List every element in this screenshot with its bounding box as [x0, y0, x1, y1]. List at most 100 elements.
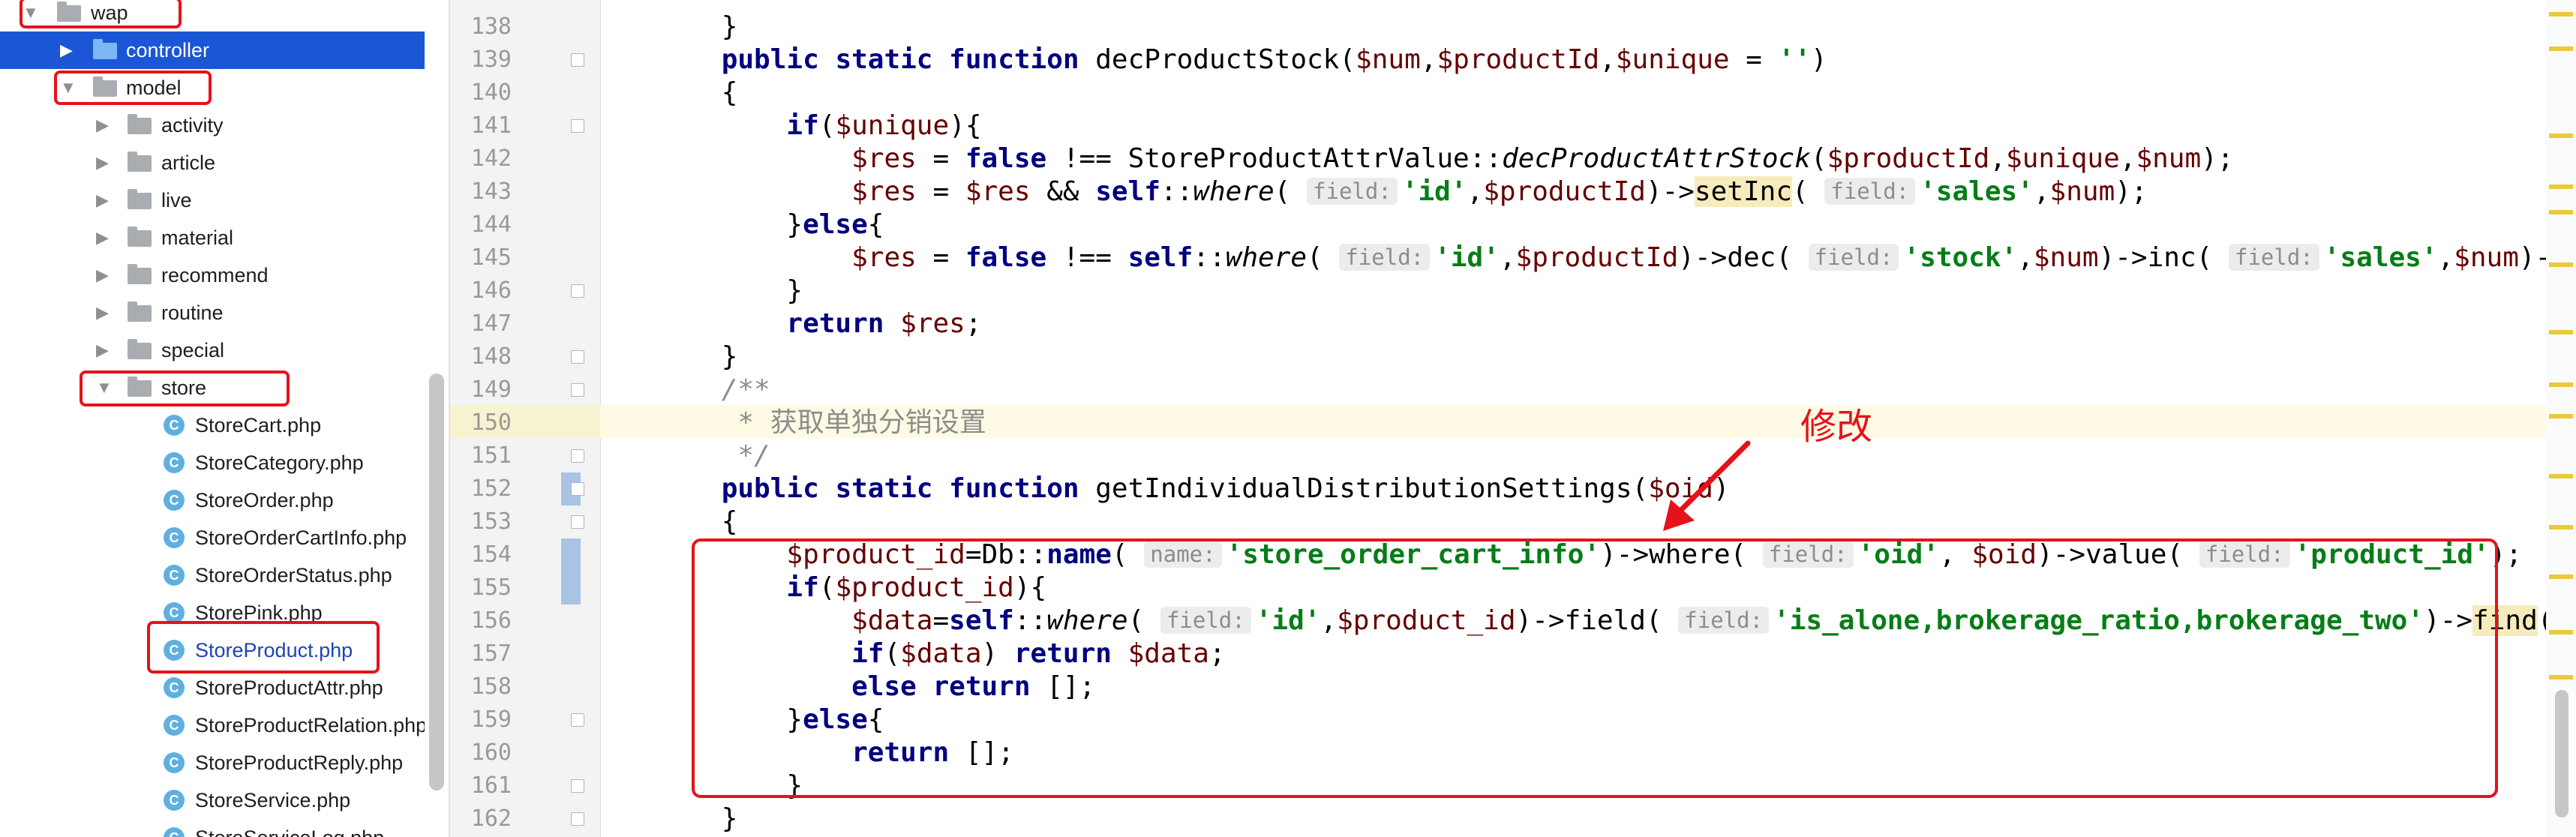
code-line-139[interactable]: public static function decProductStock($…	[656, 44, 2547, 76]
class-name: StoreProductAttrValue	[1127, 143, 1470, 174]
tree-item-material[interactable]: ▶ material	[0, 219, 425, 256]
tree-item-activity[interactable]: ▶ activity	[0, 106, 425, 144]
warning-marker[interactable]	[2549, 210, 2573, 214]
doc-comment: */	[721, 440, 770, 471]
tree-item-label: StoreServiceLog.php	[195, 819, 384, 837]
parameter-hint: field:	[2229, 244, 2319, 271]
method-name: where	[1193, 176, 1274, 207]
code-line-140[interactable]: {	[656, 76, 2547, 110]
variable: $unique	[1615, 44, 1730, 75]
tree-item-storeorderstatus[interactable]: C StoreOrderStatus.php	[0, 556, 425, 594]
collapsed-arrow-icon[interactable]: ▶	[96, 332, 109, 369]
code-line-151[interactable]: */	[656, 440, 2547, 472]
variable: $num	[2454, 242, 2519, 273]
fold-marker-icon[interactable]	[571, 449, 584, 463]
fold-marker-icon[interactable]	[571, 779, 584, 793]
warning-marker[interactable]	[2549, 525, 2573, 530]
code-line-141[interactable]: if($unique){	[656, 110, 2547, 142]
fold-marker-icon[interactable]	[571, 53, 584, 67]
fold-marker-icon[interactable]	[571, 812, 584, 826]
tree-scrollbar[interactable]	[429, 374, 444, 790]
tree-item-storeproductattr[interactable]: C StoreProductAttr.php	[0, 669, 425, 706]
collapsed-arrow-icon[interactable]: ▶	[96, 256, 109, 294]
collapsed-arrow-icon[interactable]: ▶	[96, 294, 109, 332]
collapsed-arrow-icon[interactable]: ▶	[96, 106, 109, 144]
folder-icon	[128, 189, 152, 209]
line-number: 143	[470, 178, 512, 205]
collapsed-arrow-icon[interactable]: ▶	[60, 32, 73, 69]
warning-marker[interactable]	[2549, 330, 2573, 334]
fold-marker-icon[interactable]	[571, 119, 584, 133]
tree-item-storecart[interactable]: C StoreCart.php	[0, 406, 425, 444]
project-tree: ▼ wap ▶ controller ▼ model ▶ activity ▶ …	[0, 0, 425, 837]
code-line-138[interactable]: }	[656, 10, 2547, 44]
php-class-icon: C	[164, 827, 185, 837]
tree-item-label: StoreProductAttr.php	[195, 676, 383, 699]
editor-scrollbar-thumb[interactable]	[2555, 690, 2568, 818]
line-number: 158	[470, 674, 512, 700]
tree-item-recommend[interactable]: ▶ recommend	[0, 256, 425, 294]
code-line-142[interactable]: $res = false !== StoreProductAttrValue::…	[656, 142, 2547, 176]
tree-item-article[interactable]: ▶ article	[0, 144, 425, 182]
code-line-162[interactable]: }	[656, 802, 2547, 836]
code-line-150[interactable]: * 获取单独分销设置	[656, 406, 2547, 440]
code-line-148[interactable]: }	[656, 340, 2547, 374]
tree-item-storecategory[interactable]: C StoreCategory.php	[0, 444, 425, 482]
tree-item-label: special	[161, 339, 225, 362]
warning-marker[interactable]	[2549, 474, 2573, 478]
fold-marker-icon[interactable]	[571, 284, 584, 298]
modified-code-highlight-box	[692, 538, 2498, 798]
fold-marker-icon[interactable]	[571, 350, 584, 364]
warning-marker[interactable]	[2549, 630, 2573, 634]
variable: $res	[851, 242, 917, 273]
tree-item-live[interactable]: ▶ live	[0, 182, 425, 219]
warning-marker[interactable]	[2549, 262, 2573, 267]
fold-marker-icon[interactable]	[571, 383, 584, 397]
fold-marker-icon[interactable]	[571, 515, 584, 529]
code-line-146[interactable]: }	[656, 274, 2547, 308]
warning-marker[interactable]	[2549, 46, 2573, 51]
tree-item-label: routine	[161, 302, 224, 324]
fold-marker-icon[interactable]	[571, 482, 584, 496]
tree-item-storeproductrelation[interactable]: C StoreProductRelation.php	[0, 706, 425, 744]
keyword: function	[949, 473, 1079, 504]
code-line-149[interactable]: /**	[656, 374, 2547, 406]
code-line-147[interactable]: return $res;	[656, 308, 2547, 340]
php-class-icon: C	[164, 715, 185, 736]
collapsed-arrow-icon[interactable]: ▶	[96, 219, 109, 256]
variable: $productId	[1437, 44, 1600, 75]
tree-item-storeservicelog[interactable]: C StoreServiceLog.php	[0, 819, 425, 837]
warning-marker[interactable]	[2549, 184, 2573, 189]
doc-comment: * 获取单独分销设置	[721, 407, 986, 438]
variable: $res	[851, 143, 917, 174]
tree-item-storeproductreply[interactable]: C StoreProductReply.php	[0, 744, 425, 782]
tree-item-label: StoreCategory.php	[195, 452, 364, 474]
variable: $res	[900, 308, 965, 339]
code-line-152[interactable]: public static function getIndividualDist…	[656, 472, 2547, 506]
line-number: 142	[470, 146, 512, 172]
warning-marker[interactable]	[2549, 12, 2573, 16]
variable: $productId	[1515, 242, 1679, 273]
code-line-143[interactable]: $res = $res && self::where( field:'id',$…	[656, 176, 2547, 208]
warning-marker[interactable]	[2549, 574, 2573, 579]
warning-marker[interactable]	[2549, 414, 2573, 418]
tree-item-routine[interactable]: ▶ routine	[0, 294, 425, 332]
code-line-153[interactable]: {	[656, 506, 2547, 538]
tree-item-controller[interactable]: ▶ controller	[0, 32, 425, 69]
keyword: static	[835, 44, 933, 75]
error-stripe[interactable]	[2546, 0, 2576, 837]
tree-item-special[interactable]: ▶ special	[0, 332, 425, 369]
warning-marker[interactable]	[2549, 134, 2573, 138]
warning-marker[interactable]	[2549, 382, 2573, 387]
tree-item-storeservice[interactable]: C StoreService.php	[0, 782, 425, 819]
code-line-145[interactable]: $res = false !== self::where( field:'id'…	[656, 242, 2547, 274]
code-line-144[interactable]: }else{	[656, 208, 2547, 242]
collapsed-arrow-icon[interactable]: ▶	[96, 182, 109, 219]
warning-marker[interactable]	[2549, 675, 2573, 680]
fold-marker-icon[interactable]	[571, 713, 584, 727]
tree-item-storeordercartinfo[interactable]: C StoreOrderCartInfo.php	[0, 519, 425, 556]
line-number: 155	[470, 574, 512, 601]
collapsed-arrow-icon[interactable]: ▶	[96, 144, 109, 182]
tree-item-storeorder[interactable]: C StoreOrder.php	[0, 482, 425, 519]
variable: $res	[965, 176, 1031, 207]
